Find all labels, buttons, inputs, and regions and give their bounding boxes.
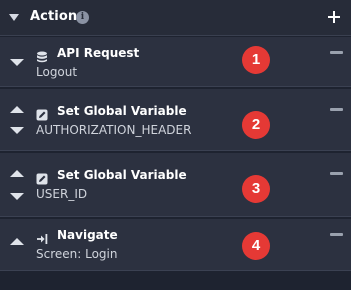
database-icon — [36, 48, 48, 63]
move-down-icon[interactable] — [10, 193, 24, 200]
panel-title: Action — [30, 9, 78, 24]
move-down-icon[interactable] — [10, 59, 24, 66]
move-up-icon[interactable] — [10, 170, 24, 177]
action-panel: Action i API Request Logout 1 Set Global… — [0, 0, 351, 290]
step-number-badge: 4 — [242, 232, 270, 260]
move-up-icon[interactable] — [10, 238, 24, 245]
remove-action-button[interactable] — [330, 233, 343, 236]
action-title: Navigate — [57, 228, 118, 242]
remove-action-button[interactable] — [330, 108, 343, 111]
action-card[interactable]: Set Global Variable AUTHORIZATION_HEADER… — [0, 89, 351, 151]
action-subtitle: USER_ID — [36, 187, 88, 201]
move-down-icon[interactable] — [10, 127, 24, 134]
action-title: Set Global Variable — [57, 168, 187, 182]
action-title: API Request — [57, 46, 140, 60]
action-subtitle: Logout — [36, 65, 78, 79]
panel-footer — [0, 271, 351, 290]
move-up-icon[interactable] — [10, 106, 24, 113]
collapse-arrow-icon[interactable] — [9, 14, 19, 21]
step-number-badge: 2 — [242, 111, 270, 139]
action-subtitle: Screen: Login — [36, 247, 118, 261]
action-subtitle: AUTHORIZATION_HEADER — [36, 123, 192, 137]
add-action-button[interactable] — [325, 6, 343, 28]
action-panel-header: Action i — [0, 0, 351, 36]
remove-action-button[interactable] — [330, 51, 343, 54]
edit-icon — [36, 106, 48, 121]
edit-icon — [36, 170, 48, 185]
step-number-badge: 1 — [242, 46, 270, 74]
navigate-arrow-icon — [36, 230, 48, 244]
remove-action-button[interactable] — [330, 172, 343, 175]
step-number-badge: 3 — [242, 175, 270, 203]
info-icon[interactable]: i — [76, 11, 89, 24]
action-card[interactable]: Set Global Variable USER_ID 3 — [0, 153, 351, 217]
action-card[interactable]: Navigate Screen: Login 4 — [0, 219, 351, 271]
action-card[interactable]: API Request Logout 1 — [0, 37, 351, 87]
action-title: Set Global Variable — [57, 104, 187, 118]
